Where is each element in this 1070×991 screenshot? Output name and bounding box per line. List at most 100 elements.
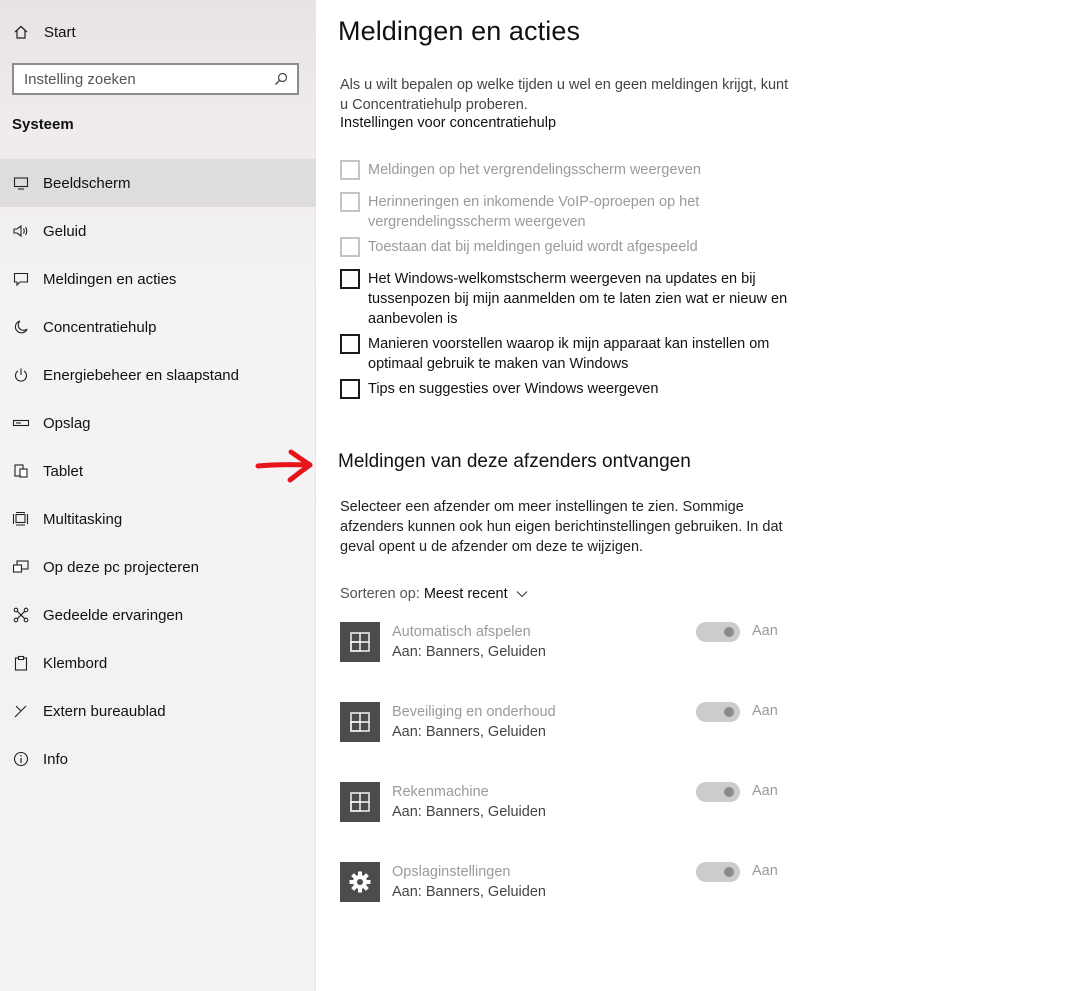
sidebar-item-label: Beeldscherm — [43, 174, 131, 192]
sender-name: Opslaginstellingen — [392, 864, 511, 880]
info-icon — [12, 750, 30, 768]
sender-row[interactable]: Opslaginstellingen Aan: Banners, Geluide… — [340, 862, 780, 902]
sidebar-item-label: Info — [43, 750, 69, 768]
sender-status: Aan: Banners, Geluiden — [392, 724, 546, 740]
sender-row[interactable]: Automatisch afspelen Aan: Banners, Gelui… — [340, 622, 780, 662]
main-content: Meldingen en acties Als u wilt bepalen o… — [338, 0, 1070, 991]
sender-name: Rekenmachine — [392, 784, 489, 800]
sort-dropdown[interactable]: Meest recent — [424, 586, 508, 602]
multitasking-icon — [12, 510, 30, 528]
sidebar-item-label: Concentratiehulp — [43, 318, 157, 336]
toggle-knob — [724, 627, 734, 637]
section-title: Systeem — [12, 116, 74, 133]
sidebar-item-label: Tablet — [43, 462, 84, 480]
toggle-label: Aan — [752, 623, 778, 639]
sidebar-item-label: Extern bureaublad — [43, 702, 166, 720]
checkbox-box[interactable] — [340, 334, 360, 354]
senders-heading: Meldingen van deze afzenders ontvangen — [338, 451, 691, 472]
toggle-knob — [724, 787, 734, 797]
search-input[interactable] — [24, 70, 273, 88]
search-icon[interactable] — [273, 71, 289, 87]
clipboard-icon — [12, 654, 30, 672]
sidebar: Start Systeem Beeldscherm Geluid Melding… — [0, 0, 316, 991]
sort-control: Sorteren op: Meest recent — [340, 586, 528, 602]
toggle-knob — [724, 707, 734, 717]
home-icon — [12, 23, 30, 41]
sender-name: Automatisch afspelen — [392, 624, 531, 640]
moon-icon — [12, 318, 30, 336]
sidebar-item-klembord[interactable]: Klembord — [0, 639, 316, 687]
sidebar-item-label: Energiebeheer en slaapstand — [43, 366, 239, 384]
sidebar-item-gedeelde-ervaringen[interactable]: Gedeelde ervaringen — [0, 591, 316, 639]
chevron-down-icon[interactable] — [516, 586, 528, 602]
start-label: Start — [44, 23, 76, 41]
sidebar-item-extern-bureaublad[interactable]: Extern bureaublad — [0, 687, 316, 735]
sidebar-item-energiebeheer[interactable]: Energiebeheer en slaapstand — [0, 351, 316, 399]
checkbox-suggest-setup[interactable]: Manieren voorstellen waarop ik mijn appa… — [340, 334, 800, 374]
checkbox-box[interactable] — [340, 237, 360, 257]
tablet-icon — [12, 462, 30, 480]
sidebar-item-label: Geluid — [43, 222, 87, 240]
project-icon — [12, 558, 30, 576]
sidebar-item-geluid[interactable]: Geluid — [0, 207, 316, 255]
checkbox-welcome-experience[interactable]: Het Windows-welkomstscherm weergeven na … — [340, 269, 800, 329]
remote-desktop-icon — [12, 702, 30, 720]
sender-row[interactable]: Beveiliging en onderhoud Aan: Banners, G… — [340, 702, 780, 742]
toggle-knob — [724, 867, 734, 877]
message-icon — [12, 270, 30, 288]
toggle-label: Aan — [752, 703, 778, 719]
sender-status: Aan: Banners, Geluiden — [392, 804, 546, 820]
intro-text: Als u wilt bepalen op welke tijden u wel… — [340, 77, 789, 113]
app-tile-icon — [340, 622, 380, 662]
checkbox-box[interactable] — [340, 192, 360, 212]
app-tile-icon — [340, 782, 380, 822]
senders-description: Selecteer een afzender om meer instellin… — [340, 499, 783, 555]
checkbox-lockscreen-reminders[interactable]: Herinneringen en inkomende VoIP-oproepen… — [340, 192, 800, 232]
monitor-icon — [12, 174, 30, 192]
checkbox-label: Meldingen op het vergrendelingsscherm we… — [368, 162, 701, 178]
focus-assist-settings-link[interactable]: Instellingen voor concentratiehulp — [340, 115, 556, 131]
annotation-arrow-icon — [255, 449, 313, 483]
storage-icon — [12, 414, 30, 432]
sender-toggle[interactable] — [696, 862, 740, 882]
sidebar-item-meldingen[interactable]: Meldingen en acties — [0, 255, 316, 303]
sidebar-item-concentratiehulp[interactable]: Concentratiehulp — [0, 303, 316, 351]
sender-toggle[interactable] — [696, 622, 740, 642]
sidebar-item-label: Op deze pc projecteren — [43, 558, 199, 576]
sidebar-item-label: Meldingen en acties — [43, 270, 177, 288]
sidebar-item-multitasking[interactable]: Multitasking — [0, 495, 316, 543]
checkbox-label: Tips en suggesties over Windows weergeve… — [368, 381, 659, 397]
sidebar-item-label: Klembord — [43, 654, 108, 672]
toggle-label: Aan — [752, 783, 778, 799]
app-tile-icon — [340, 702, 380, 742]
speaker-icon — [12, 222, 30, 240]
page-title: Meldingen en acties — [338, 16, 581, 46]
sidebar-item-label: Gedeelde ervaringen — [43, 606, 184, 624]
shared-icon — [12, 606, 30, 624]
checkbox-label: Herinneringen en inkomende VoIP-oproepen… — [368, 194, 700, 230]
sidebar-item-projecteren[interactable]: Op deze pc projecteren — [0, 543, 316, 591]
settings-search-box[interactable] — [12, 63, 299, 95]
sidebar-item-opslag[interactable]: Opslag — [0, 399, 316, 447]
checkbox-box[interactable] — [340, 379, 360, 399]
checkbox-label: Toestaan dat bij meldingen geluid wordt … — [368, 239, 698, 255]
sidebar-item-label: Opslag — [43, 414, 91, 432]
sender-row[interactable]: Rekenmachine Aan: Banners, Geluiden Aan — [340, 782, 780, 822]
sender-toggle[interactable] — [696, 782, 740, 802]
checkbox-lockscreen-notifications[interactable]: Meldingen op het vergrendelingsscherm we… — [340, 160, 800, 180]
sender-status: Aan: Banners, Geluiden — [392, 884, 546, 900]
sender-toggle[interactable] — [696, 702, 740, 722]
checkbox-label: Manieren voorstellen waarop ik mijn appa… — [368, 336, 770, 372]
checkbox-label: Het Windows-welkomstscherm weergeven na … — [368, 271, 788, 327]
toggle-label: Aan — [752, 863, 778, 879]
start-link[interactable]: Start — [12, 20, 76, 44]
checkbox-tips-suggestions[interactable]: Tips en suggesties over Windows weergeve… — [340, 379, 800, 399]
power-icon — [12, 366, 30, 384]
sender-status: Aan: Banners, Geluiden — [392, 644, 546, 660]
sidebar-item-info[interactable]: Info — [0, 735, 316, 783]
checkbox-notification-sound[interactable]: Toestaan dat bij meldingen geluid wordt … — [340, 237, 800, 257]
checkbox-box[interactable] — [340, 160, 360, 180]
sidebar-item-beeldscherm[interactable]: Beeldscherm — [0, 159, 316, 207]
checkbox-box[interactable] — [340, 269, 360, 289]
sender-name: Beveiliging en onderhoud — [392, 704, 556, 720]
